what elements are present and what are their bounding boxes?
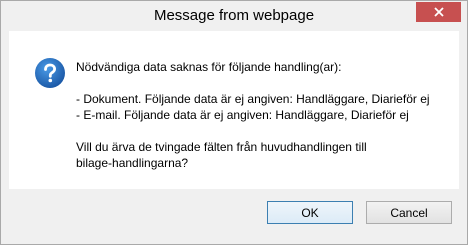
message-dialog: Message from webpage Nödvändiga data sak… [0,0,468,245]
cancel-button[interactable]: Cancel [366,201,452,224]
message-item-dokument: - Dokument. Följande data är ej angiven:… [76,92,430,106]
message-text: Nödvändiga data saknas för följande hand… [76,59,446,171]
dialog-title: Message from webpage [153,7,315,24]
title-bar[interactable]: Message from webpage [1,1,467,31]
message-heading: Nödvändiga data saknas för följande hand… [76,60,342,74]
ok-button[interactable]: OK [267,201,353,224]
close-button[interactable] [416,2,461,22]
message-question-line1: Vill du ärva de tvingade fälten från huv… [76,140,367,154]
close-icon [433,7,444,17]
message-question-line2: bilage-handlingarna? [76,156,189,170]
question-icon [34,57,66,89]
button-bar: OK Cancel [1,189,467,244]
message-item-email: - E-mail. Följande data är ej angiven: H… [76,108,409,122]
message-area: Nödvändiga data saknas för följande hand… [9,31,459,189]
